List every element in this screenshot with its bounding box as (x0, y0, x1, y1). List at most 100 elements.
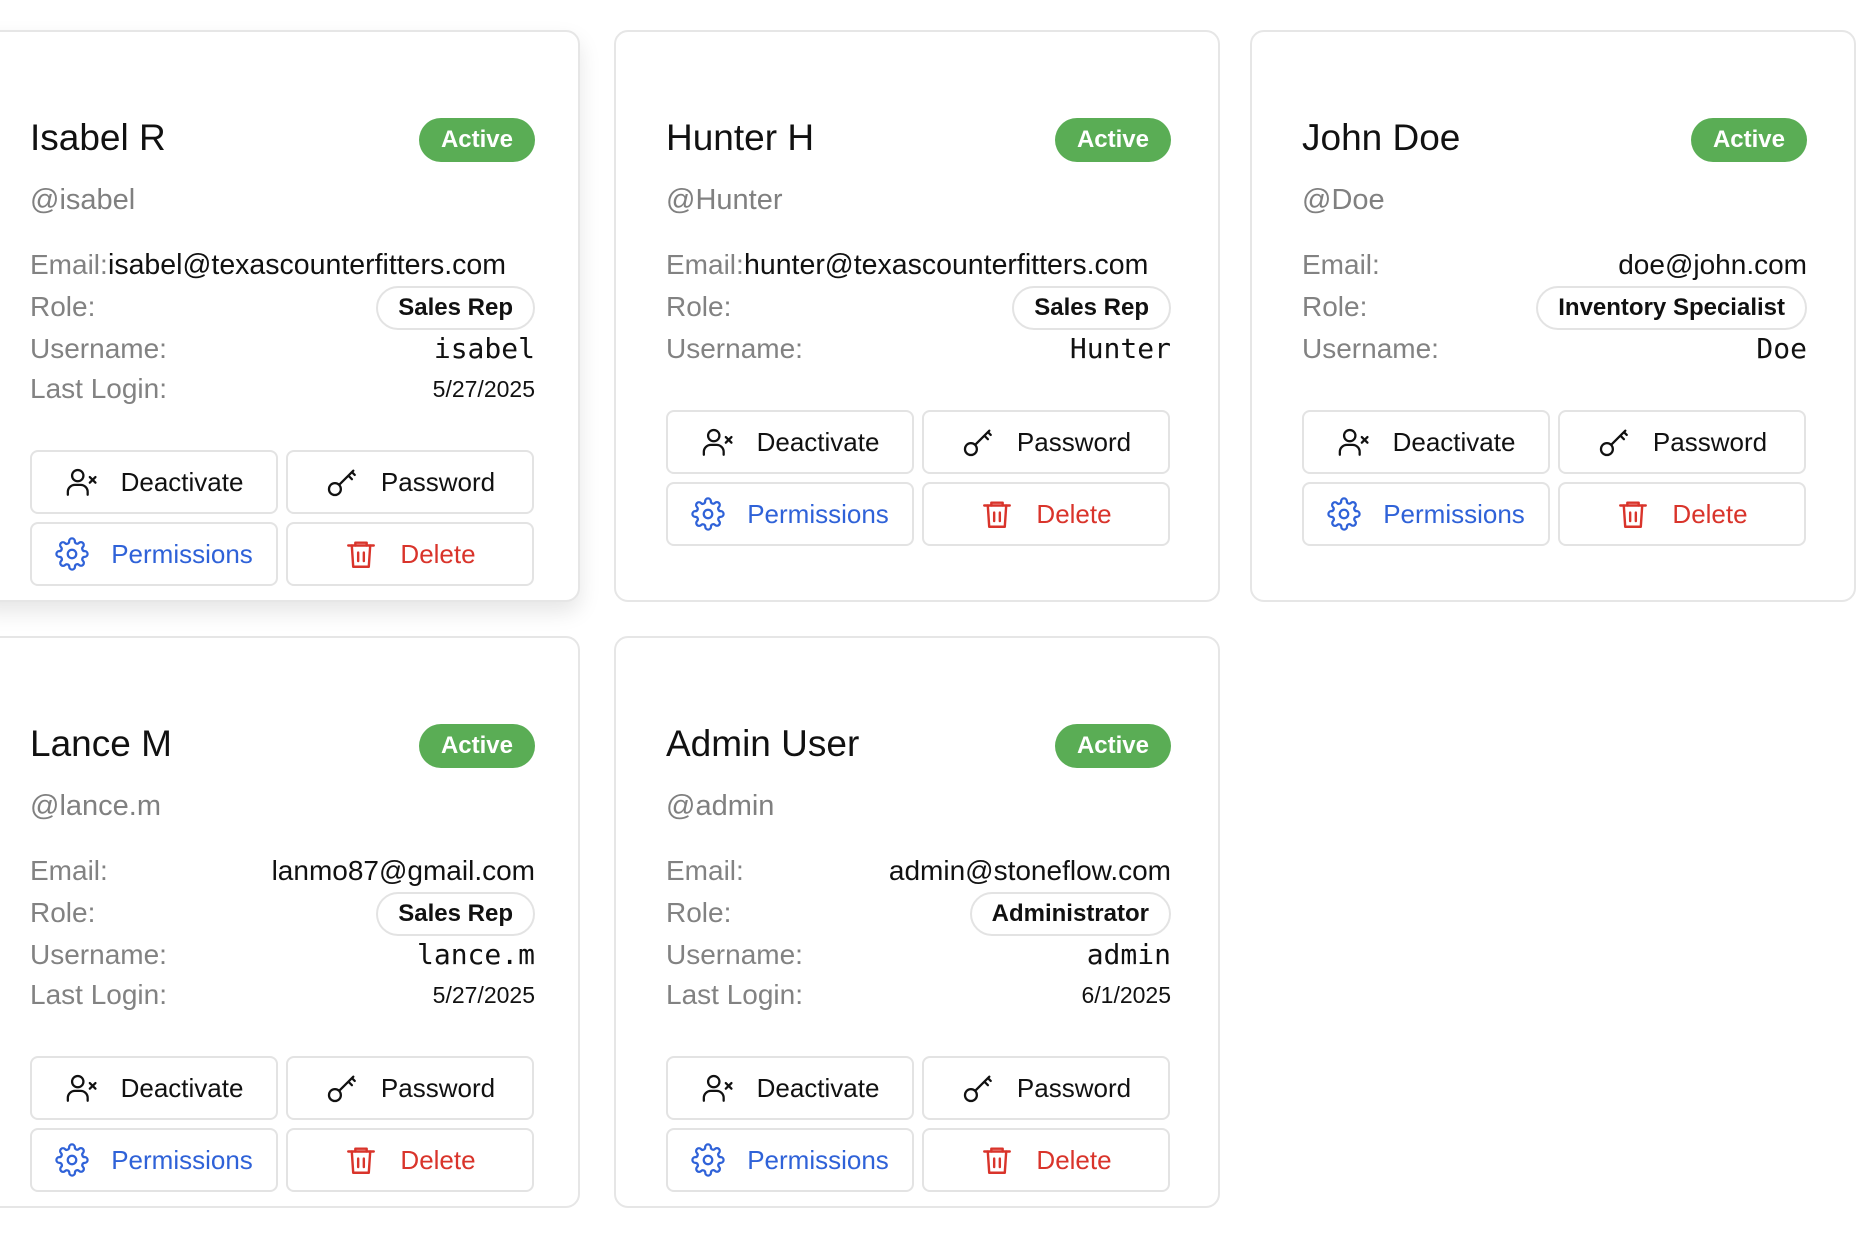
email-value: hunter@texascounterfitters.com (744, 249, 1149, 281)
role-badge: Inventory Specialist (1536, 286, 1807, 330)
permissions-button[interactable]: Permissions (1302, 482, 1550, 546)
password-label: Password (1016, 1073, 1132, 1103)
deactivate-button[interactable]: Deactivate (30, 450, 278, 514)
permissions-label: Permissions (111, 539, 253, 569)
deactivate-label: Deactivate (120, 1073, 244, 1103)
user-card: John Doe Active @Doe Email: doe@john.com… (1250, 30, 1856, 602)
password-label: Password (1652, 427, 1768, 457)
deactivate-label: Deactivate (756, 1073, 880, 1103)
delete-button[interactable]: Delete (286, 522, 534, 586)
last-login-row: Last Login: 5/27/2025 (30, 368, 535, 410)
user-x-icon (65, 465, 99, 499)
role-label: Role: (666, 897, 732, 928)
deactivate-label: Deactivate (756, 427, 880, 457)
email-row: Email: lanmo87@gmail.com (30, 850, 535, 892)
email-row: Email: isabel@texascounterfitters.com (30, 244, 535, 286)
user-card: Hunter H Active @Hunter Email: hunter@te… (614, 30, 1220, 602)
user-name: Lance M (30, 723, 172, 764)
username-label: Username: (666, 333, 803, 364)
role-badge: Sales Rep (1012, 286, 1171, 330)
last-login-value: 5/27/2025 (432, 376, 535, 402)
password-label: Password (1016, 427, 1132, 457)
delete-label: Delete (1672, 499, 1748, 529)
username-label: Username: (30, 939, 167, 970)
deactivate-button[interactable]: Deactivate (1302, 410, 1550, 474)
email-row: Email: doe@john.com (1302, 244, 1807, 286)
status-badge: Active (1054, 118, 1171, 162)
user-card: Isabel R Active @isabel Email: isabel@te… (0, 30, 580, 602)
user-handle: @Hunter (666, 184, 783, 216)
role-row: Role: Sales Rep (666, 286, 1171, 330)
delete-label: Delete (1036, 499, 1112, 529)
username-value: lance.m (416, 938, 535, 971)
deactivate-button[interactable]: Deactivate (666, 410, 914, 474)
permissions-label: Permissions (747, 499, 889, 529)
permissions-button[interactable]: Permissions (666, 482, 914, 546)
user-name: Isabel R (30, 117, 166, 158)
delete-button[interactable]: Delete (1558, 482, 1806, 546)
trash-icon (980, 497, 1014, 531)
username-value: Doe (1756, 332, 1807, 365)
permissions-button[interactable]: Permissions (30, 522, 278, 586)
username-label: Username: (30, 333, 167, 364)
user-handle: @lance.m (30, 790, 161, 822)
username-row: Username: Doe (1302, 328, 1807, 370)
last-login-row: Last Login: 5/27/2025 (30, 974, 535, 1016)
user-x-icon (1337, 425, 1371, 459)
permissions-button[interactable]: Permissions (30, 1128, 278, 1192)
username-label: Username: (666, 939, 803, 970)
key-icon (1597, 425, 1631, 459)
role-label: Role: (1302, 291, 1368, 322)
gear-icon (1327, 497, 1361, 531)
email-value: admin@stoneflow.com (888, 855, 1171, 886)
trash-icon (344, 537, 378, 571)
email-value: lanmo87@gmail.com (271, 855, 535, 886)
delete-label: Delete (400, 1145, 476, 1175)
trash-icon (980, 1143, 1014, 1177)
role-row: Role: Inventory Specialist (1302, 286, 1807, 330)
delete-label: Delete (1036, 1145, 1112, 1175)
delete-button[interactable]: Delete (922, 1128, 1170, 1192)
role-label: Role: (30, 291, 96, 322)
password-button[interactable]: Password (922, 1056, 1170, 1120)
password-button[interactable]: Password (286, 1056, 534, 1120)
username-value: isabel (433, 332, 535, 365)
email-label: Email: (1302, 249, 1380, 280)
deactivate-label: Deactivate (1392, 427, 1516, 457)
role-row: Role: Sales Rep (30, 286, 535, 330)
delete-label: Delete (400, 539, 476, 569)
gear-icon (55, 1143, 89, 1177)
user-handle: @admin (666, 790, 775, 822)
last-login-label: Last Login: (666, 979, 803, 1010)
role-label: Role: (30, 897, 96, 928)
gear-icon (691, 1143, 725, 1177)
username-value: admin (1086, 938, 1171, 971)
status-badge: Active (418, 118, 535, 162)
trash-icon (344, 1143, 378, 1177)
last-login-label: Last Login: (30, 373, 167, 404)
permissions-button[interactable]: Permissions (666, 1128, 914, 1192)
deactivate-button[interactable]: Deactivate (666, 1056, 914, 1120)
email-value: isabel@texascounterfitters.com (108, 249, 507, 281)
delete-button[interactable]: Delete (286, 1128, 534, 1192)
password-label: Password (380, 467, 496, 497)
password-button[interactable]: Password (922, 410, 1170, 474)
gear-icon (691, 497, 725, 531)
status-badge: Active (1054, 724, 1171, 768)
user-x-icon (701, 425, 735, 459)
username-row: Username: isabel (30, 328, 535, 370)
role-row: Role: Administrator (666, 892, 1171, 936)
email-label: Email: (666, 249, 744, 280)
last-login-label: Last Login: (30, 979, 167, 1010)
delete-button[interactable]: Delete (922, 482, 1170, 546)
deactivate-button[interactable]: Deactivate (30, 1056, 278, 1120)
username-value: Hunter (1069, 332, 1171, 365)
role-badge: Sales Rep (376, 286, 535, 330)
password-button[interactable]: Password (286, 450, 534, 514)
username-row: Username: lance.m (30, 934, 535, 976)
status-badge: Active (418, 724, 535, 768)
user-name: Hunter H (666, 117, 815, 158)
user-name: Admin User (666, 723, 860, 764)
permissions-label: Permissions (1383, 499, 1525, 529)
password-button[interactable]: Password (1558, 410, 1806, 474)
